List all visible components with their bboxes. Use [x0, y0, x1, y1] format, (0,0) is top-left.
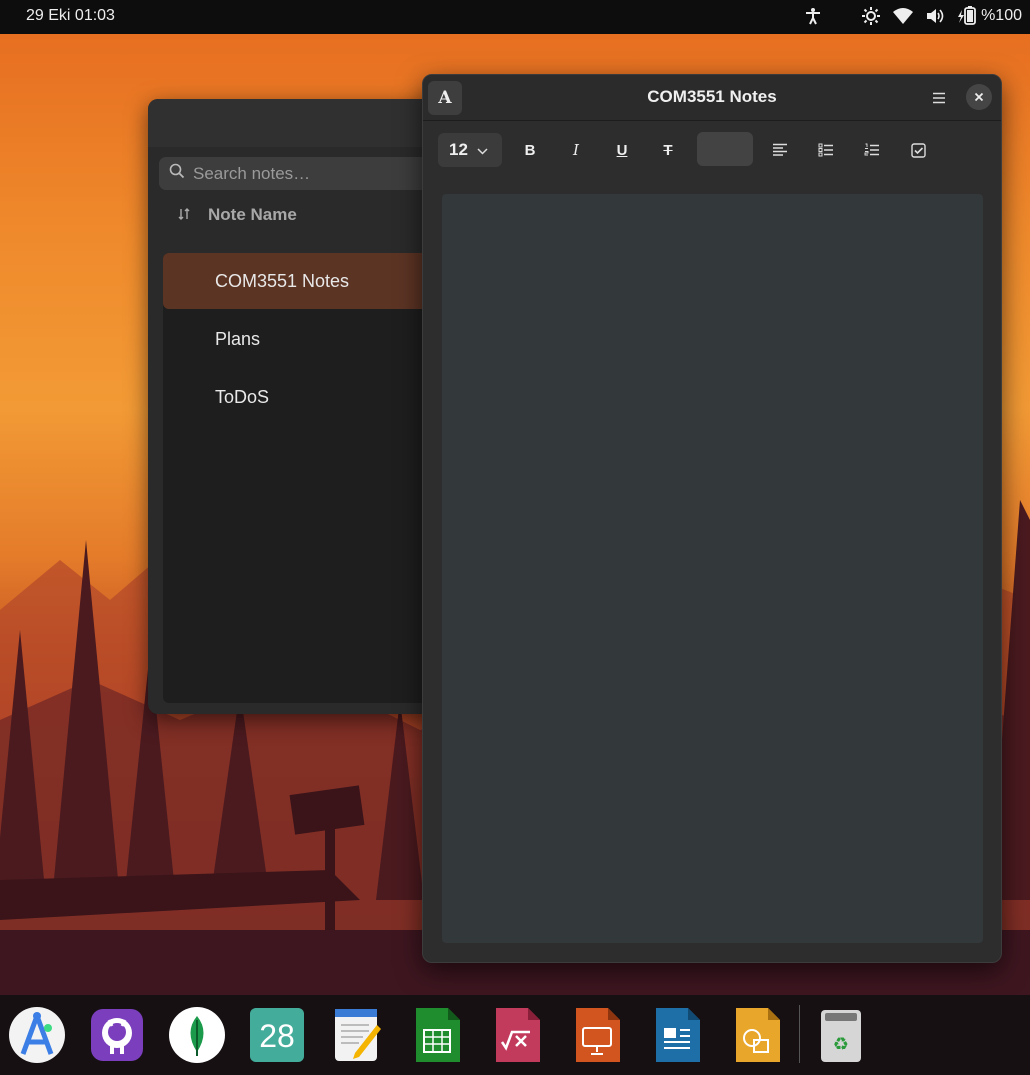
font-size-value: 12: [449, 140, 468, 159]
list-headerbar[interactable]: [148, 99, 438, 147]
italic-button[interactable]: I: [559, 133, 593, 167]
text-color-button[interactable]: [697, 132, 753, 166]
libreoffice-math-icon[interactable]: [488, 1005, 546, 1065]
libreoffice-calc-icon[interactable]: [408, 1005, 466, 1065]
svg-text:♻: ♻: [833, 1034, 849, 1055]
calendar-icon[interactable]: 28: [248, 1005, 306, 1065]
list-item-note[interactable]: COM3551 Notes: [163, 253, 438, 309]
list-item-note[interactable]: ToDoS: [163, 369, 438, 425]
note-name: ToDoS: [215, 386, 270, 407]
numbered-list-icon[interactable]: [855, 133, 889, 167]
github-desktop-icon[interactable]: [88, 1005, 146, 1065]
trash-icon[interactable]: ♻: [812, 1005, 870, 1065]
notes-list-window[interactable]: Note Name COM3551 Notes Plans ToDoS: [148, 99, 438, 714]
mongodb-compass-icon[interactable]: [168, 1005, 226, 1065]
accessibility-icon[interactable]: [803, 6, 823, 26]
android-studio-icon[interactable]: [8, 1005, 66, 1065]
list-item-note[interactable]: Plans: [163, 311, 438, 367]
format-toolbar: 12 B I U T: [423, 121, 1001, 179]
system-tray[interactable]: %100: [803, 6, 1022, 26]
font-size-dropdown[interactable]: 12: [438, 133, 502, 167]
search-input[interactable]: [193, 163, 433, 184]
top-bar: 29 Eki 01:03 %100: [0, 0, 1030, 34]
column-header-label: Note Name: [208, 205, 297, 224]
libreoffice-draw-icon[interactable]: [728, 1005, 786, 1065]
note-text-area[interactable]: [442, 194, 983, 943]
volume-icon[interactable]: [925, 6, 945, 26]
brightness-icon[interactable]: [861, 6, 881, 26]
clock[interactable]: 29 Eki 01:03: [26, 7, 115, 25]
hamburger-menu-icon[interactable]: [927, 86, 951, 110]
note-name-column-header[interactable]: Note Name: [178, 205, 297, 225]
note-name: Plans: [215, 328, 261, 349]
strikethrough-button[interactable]: T: [651, 133, 685, 167]
dock-separator: [799, 1005, 800, 1063]
text-editor-icon[interactable]: [328, 1005, 386, 1065]
window-title: COM3551 Notes: [647, 87, 777, 106]
note-content-input[interactable]: [442, 194, 983, 943]
libreoffice-writer-icon[interactable]: [648, 1005, 706, 1065]
checkbox-icon[interactable]: [901, 133, 935, 167]
libreoffice-impress-icon[interactable]: [568, 1005, 626, 1065]
align-icon[interactable]: [763, 133, 797, 167]
calendar-day: 28: [259, 1018, 295, 1054]
notes-list: COM3551 Notes Plans ToDoS: [163, 253, 438, 703]
underline-button[interactable]: U: [605, 133, 639, 167]
close-icon[interactable]: [966, 84, 992, 110]
note-name: COM3551 Notes: [215, 270, 350, 291]
bold-button[interactable]: B: [513, 133, 547, 167]
dock: 28 ♻: [0, 995, 1030, 1075]
wifi-icon[interactable]: [893, 6, 914, 26]
battery-percent: %100: [981, 7, 1022, 24]
editor-headerbar[interactable]: A COM3551 Notes: [423, 75, 1001, 121]
note-editor-window[interactable]: A COM3551 Notes 12 B I U T: [422, 74, 1002, 963]
sort-icon[interactable]: [178, 207, 192, 224]
search-icon: [169, 163, 185, 184]
battery-icon[interactable]: [957, 6, 979, 26]
search-box[interactable]: [159, 157, 438, 190]
bullet-list-icon[interactable]: [809, 133, 843, 167]
chevron-down-icon: [477, 140, 488, 160]
